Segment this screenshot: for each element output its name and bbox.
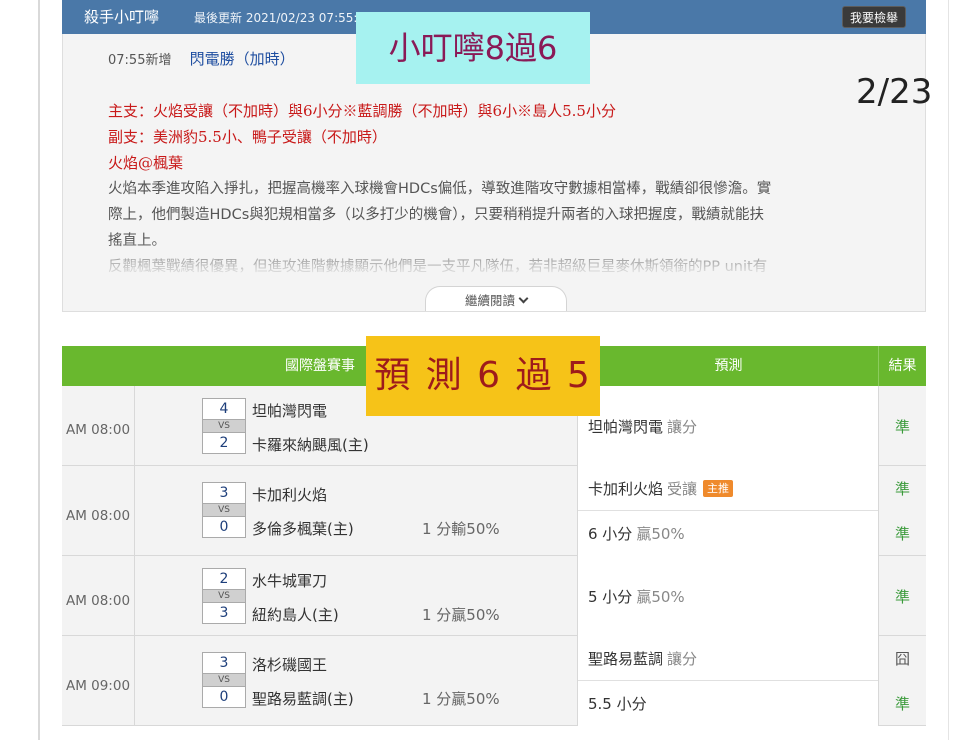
- away-score: 2: [202, 568, 246, 590]
- result-mark: 準: [894, 695, 910, 713]
- vs-label: VS: [202, 590, 246, 602]
- prediction-note: 讓分: [667, 418, 698, 436]
- page-counter: 2/23: [856, 72, 933, 112]
- prediction-pick: 5.5 小分: [588, 695, 647, 713]
- chevron-down-icon: [518, 293, 529, 304]
- side-pick: 副支：美洲豹5.5小、鴨子受讓（不加時）: [108, 128, 387, 146]
- mid-annotation: 預 測 6 過 5: [366, 336, 600, 416]
- update-title[interactable]: 閃電勝（加時）: [190, 50, 295, 68]
- body-line: 際上，他們製造HDCs與犯規相當多（以多打少的機會），只要稍稍提升兩者的入球把握…: [108, 207, 764, 223]
- prediction-text: 坦帕灣閃電 讓分: [588, 416, 697, 437]
- vs-label: VS: [202, 420, 246, 432]
- top-annotation: 小叮嚀8過6: [356, 12, 590, 84]
- column-divider: [134, 556, 135, 636]
- matchup-heading: 火焰@楓葉: [108, 154, 184, 172]
- body-line: 火焰本季進攻陷入掙扎，把握高機率入球機會HDCs偏低，導致進階攻守數據相當棒，戰…: [108, 181, 772, 197]
- result-mark: 囧: [894, 650, 910, 668]
- home-score: 2: [202, 432, 246, 454]
- right-border: [948, 0, 949, 740]
- away-score: 3: [202, 482, 246, 504]
- header-prediction: 預測: [714, 358, 743, 374]
- prediction-text: 5 小分 贏50%: [588, 586, 685, 607]
- away-team[interactable]: 水牛城軍刀: [252, 570, 327, 591]
- column-divider: [134, 386, 135, 466]
- update-line: 07:55新增 閃電勝（加時）: [108, 48, 295, 69]
- home-team[interactable]: 卡羅來納颶風(主): [252, 434, 369, 455]
- home-team[interactable]: 紐約島人(主): [252, 604, 339, 625]
- continue-reading-button[interactable]: 繼續閱讀: [425, 286, 567, 311]
- table-row: AM 08:00 3 VS 0 卡加利火焰 多倫多楓葉(主) 1 分輸50% 卡…: [62, 466, 926, 556]
- prediction-cell: 5.5 小分: [578, 681, 878, 726]
- prediction-pick: 坦帕灣閃電: [588, 418, 664, 436]
- text-fade: [63, 240, 925, 276]
- home-score: 3: [202, 602, 246, 624]
- away-score: 4: [202, 398, 246, 420]
- prediction-text: 6 小分 贏50%: [588, 523, 685, 544]
- vs-label: VS: [202, 504, 246, 516]
- vs-label: VS: [202, 674, 246, 686]
- prediction-pick: 聖路易藍調: [588, 650, 664, 668]
- prediction-pick: 卡加利火焰: [588, 480, 664, 498]
- result-mark: 準: [894, 480, 910, 498]
- header-title: 殺手小叮嚀: [84, 8, 160, 26]
- away-team[interactable]: 洛杉磯國王: [252, 654, 327, 675]
- prediction-pick: 5 小分: [588, 588, 633, 606]
- line-result: 1 分輸50%: [422, 520, 500, 538]
- prediction-note: 贏50%: [636, 525, 685, 543]
- left-border: [38, 0, 40, 740]
- last-updated: 最後更新 2021/02/23 07:55:48: [194, 11, 373, 25]
- prediction-note: 讓分: [667, 650, 698, 668]
- column-divider: [134, 466, 135, 556]
- line-result: 1 分贏50%: [422, 606, 500, 624]
- table-row: AM 09:00 3 VS 0 洛杉磯國王 聖路易藍調(主) 1 分贏50% 聖…: [62, 636, 926, 726]
- report-button[interactable]: 我要檢舉: [841, 6, 906, 28]
- away-score: 3: [202, 652, 246, 674]
- game-time: AM 08:00: [65, 508, 131, 524]
- away-team[interactable]: 卡加利火焰: [252, 484, 327, 505]
- header-result: 結果: [888, 358, 917, 374]
- away-team[interactable]: 坦帕灣閃電: [252, 400, 327, 421]
- table-row: AM 08:00 2 VS 3 水牛城軍刀 紐約島人(主) 1 分贏50% 5 …: [62, 556, 926, 636]
- result-mark: 準: [894, 418, 910, 436]
- result-mark: 準: [894, 588, 910, 606]
- column-divider: [134, 636, 135, 726]
- home-score: 0: [202, 516, 246, 538]
- line-result: 1 分贏50%: [422, 690, 500, 708]
- featured-badge: 主推: [703, 480, 734, 497]
- prediction-note: 贏50%: [636, 588, 685, 606]
- update-time: 07:55新增: [108, 53, 172, 68]
- prediction-text: 聖路易藍調 讓分: [588, 648, 697, 669]
- game-time: AM 09:00: [65, 678, 131, 694]
- game-time: AM 08:00: [65, 422, 131, 438]
- prediction-cell: 聖路易藍調 讓分: [578, 636, 878, 681]
- prediction-cell: 5 小分 贏50%: [578, 556, 878, 636]
- prediction-text: 5.5 小分: [588, 693, 647, 714]
- result-mark: 準: [894, 525, 910, 543]
- game-time: AM 08:00: [65, 593, 131, 609]
- prediction-note: 受讓: [667, 480, 698, 498]
- home-team[interactable]: 多倫多楓葉(主): [252, 518, 354, 539]
- prediction-text: 卡加利火焰 受讓 主推: [588, 478, 734, 499]
- continue-reading-label: 繼續閱讀: [464, 293, 515, 308]
- home-team[interactable]: 聖路易藍調(主): [252, 688, 354, 709]
- prediction-pick: 6 小分: [588, 525, 633, 543]
- prediction-cell: 坦帕灣閃電 讓分: [578, 386, 878, 466]
- main-pick: 主支：火焰受讓（不加時）與6小分※藍調勝（不加時）與6小※島人5.5小分: [108, 102, 616, 120]
- prediction-cell: 6 小分 贏50%: [578, 511, 878, 556]
- home-score: 0: [202, 686, 246, 708]
- prediction-cell: 卡加利火焰 受讓 主推: [578, 466, 878, 511]
